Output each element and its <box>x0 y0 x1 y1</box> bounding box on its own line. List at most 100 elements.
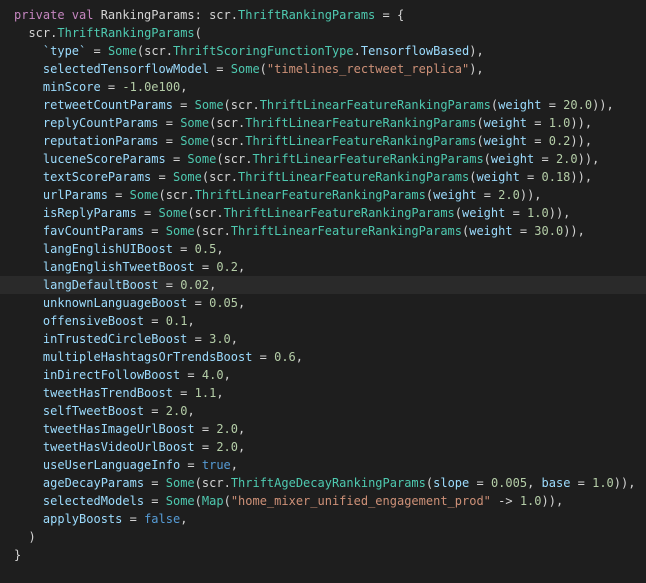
token-op: = <box>252 350 274 364</box>
token-member: weight <box>433 188 476 202</box>
token-op: = <box>144 494 166 508</box>
token-punct: ), <box>469 62 483 76</box>
token-punct: ( <box>195 224 202 238</box>
token-num: 3.0 <box>209 332 231 346</box>
token-op: = <box>469 476 491 490</box>
token-punct: ) <box>28 530 35 544</box>
code-line: selfTweetBoost = 2.0, <box>0 402 646 420</box>
token-punct: )), <box>570 116 592 130</box>
code-line: selectedModels = Some(Map("home_mixer_un… <box>0 492 646 510</box>
token-ident: scr <box>231 98 253 112</box>
code-line: inDirectFollowBoost = 4.0, <box>0 366 646 384</box>
token-punct: ( <box>224 98 231 112</box>
token-member: inDirectFollowBoost <box>43 368 180 382</box>
token-num: -1.0e100 <box>122 80 180 94</box>
token-op: = <box>173 98 195 112</box>
token-type: ThriftLinearFeatureRankingParams <box>238 170 469 184</box>
token-type: ThriftLinearFeatureRankingParams <box>245 134 476 148</box>
token-op: = <box>101 80 123 94</box>
token-type: Some <box>173 170 202 184</box>
token-num: 0.02 <box>180 278 209 292</box>
token-member: langDefaultBoost <box>43 278 159 292</box>
token-punct: )), <box>592 98 614 112</box>
token-member: weight <box>484 134 527 148</box>
token-punct: , <box>187 404 194 418</box>
token-punct: ), <box>469 44 483 58</box>
token-ident: scr <box>195 206 217 220</box>
token-op: = <box>195 422 217 436</box>
token-punct: ( <box>260 62 267 76</box>
token-member: replyCountParams <box>43 116 159 130</box>
code-line: inTrustedCircleBoost = 3.0, <box>0 330 646 348</box>
token-punct: , <box>238 260 245 274</box>
token-punct: . <box>216 206 223 220</box>
token-member: luceneScoreParams <box>43 152 166 166</box>
code-line: useUserLanguageInfo = true, <box>0 456 646 474</box>
code-line: } <box>0 546 646 564</box>
token-punct: )), <box>549 206 571 220</box>
token-type: ThriftLinearFeatureRankingParams <box>231 224 462 238</box>
token-op: = <box>151 170 173 184</box>
token-member: textScoreParams <box>43 170 151 184</box>
token-op: = <box>187 332 209 346</box>
token-punct: )), <box>570 134 592 148</box>
token-ident: scr <box>224 152 246 166</box>
token-punct: , <box>180 80 187 94</box>
token-op: = <box>527 134 549 148</box>
code-line: tweetHasTrendBoost = 1.1, <box>0 384 646 402</box>
code-line: langEnglishUIBoost = 0.5, <box>0 240 646 258</box>
token-member: tweetHasTrendBoost <box>43 386 173 400</box>
token-num: 0.1 <box>166 314 188 328</box>
token-num: 1.0 <box>520 494 542 508</box>
token-ident: scr <box>209 170 231 184</box>
code-line: replyCountParams = Some(scr.ThriftLinear… <box>0 114 646 132</box>
token-punct: ( <box>216 152 223 166</box>
token-op: = <box>144 476 166 490</box>
code-block: private val RankingParams: scr.ThriftRan… <box>0 6 646 564</box>
token-num: 2.0 <box>498 188 520 202</box>
token-op: = <box>570 476 592 490</box>
token-op: = <box>534 152 556 166</box>
token-op: = <box>527 116 549 130</box>
token-member: isReplyParams <box>43 206 137 220</box>
token-op: = <box>173 242 195 256</box>
token-punct: : <box>195 8 209 22</box>
code-line: isReplyParams = Some(scr.ThriftLinearFea… <box>0 204 646 222</box>
token-punct: , <box>187 314 194 328</box>
token-num: 20.0 <box>563 98 592 112</box>
token-num: 1.0 <box>527 206 549 220</box>
token-str: "timelines_rectweet_replica" <box>267 62 469 76</box>
token-punct: ( <box>224 494 231 508</box>
code-line: private val RankingParams: scr.ThriftRan… <box>0 6 646 24</box>
token-op: = <box>520 170 542 184</box>
code-line: tweetHasVideoUrlBoost = 2.0, <box>0 438 646 456</box>
token-op: = <box>173 386 195 400</box>
token-punct: )), <box>542 494 564 508</box>
token-type: ThriftLinearFeatureRankingParams <box>245 116 476 130</box>
token-op: = <box>144 404 166 418</box>
token-op: = <box>209 62 231 76</box>
token-op: = <box>180 368 202 382</box>
code-line: tweetHasImageUrlBoost = 2.0, <box>0 420 646 438</box>
code-line: langDefaultBoost = 0.02, <box>0 276 646 294</box>
code-line: minScore = -1.0e100, <box>0 78 646 96</box>
token-op: = <box>513 224 535 238</box>
token-num: 0.5 <box>195 242 217 256</box>
token-member: selectedTensorflowModel <box>43 62 209 76</box>
token-member: langEnglishUIBoost <box>43 242 173 256</box>
code-line: multipleHashtagsOrTrendsBoost = 0.6, <box>0 348 646 366</box>
code-line: urlParams = Some(scr.ThriftLinearFeature… <box>0 186 646 204</box>
token-op: = <box>86 44 108 58</box>
token-member: weight <box>462 206 505 220</box>
token-member: TensorflowBased <box>361 44 469 58</box>
token-type: ThriftLinearFeatureRankingParams <box>260 98 491 112</box>
token-ident: scr <box>144 44 166 58</box>
token-op: = <box>195 440 217 454</box>
token-ident: scr <box>166 188 188 202</box>
token-member: tweetHasVideoUrlBoost <box>43 440 195 454</box>
token-op: = <box>476 188 498 202</box>
token-type: Some <box>231 62 260 76</box>
token-punct: = { <box>375 8 404 22</box>
token-kw: val <box>72 8 101 22</box>
token-member: weight <box>476 170 519 184</box>
